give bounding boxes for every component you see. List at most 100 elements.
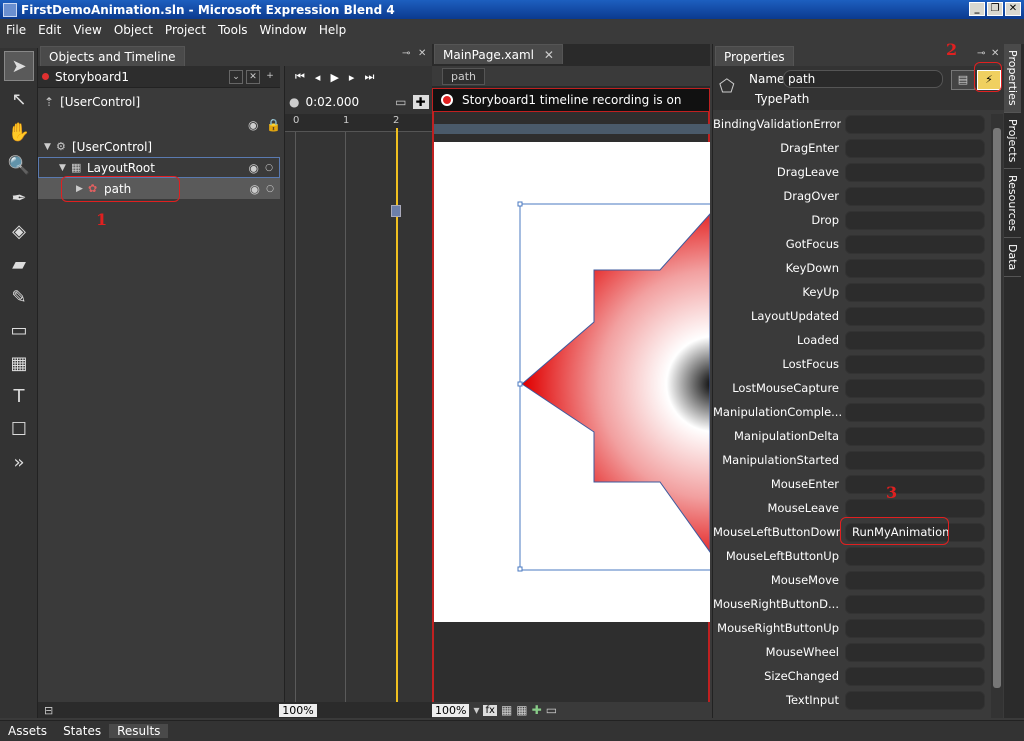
event-handler-field[interactable] bbox=[845, 114, 985, 134]
event-handler-field[interactable] bbox=[845, 498, 985, 518]
play-icon[interactable]: ▶ bbox=[330, 71, 338, 84]
grid-tool-icon[interactable]: ▦ bbox=[4, 348, 34, 378]
pin-icon[interactable]: ⊸ bbox=[977, 48, 985, 59]
minimize-button[interactable]: _ bbox=[969, 2, 985, 16]
panel-close-icon[interactable]: ✕ bbox=[418, 48, 426, 59]
tab-results[interactable]: Results bbox=[109, 724, 169, 738]
visibility-eye-icon[interactable]: ◉ bbox=[250, 182, 260, 196]
event-handler-field[interactable] bbox=[845, 306, 985, 326]
direct-selection-tool-icon[interactable]: ↖ bbox=[4, 84, 34, 114]
grid-toggle-icon[interactable]: ▦ bbox=[501, 703, 512, 717]
text-tool-icon[interactable]: T bbox=[4, 381, 34, 411]
timeline-ruler[interactable]: 0 1 2 bbox=[285, 114, 433, 132]
properties-tab[interactable]: Properties bbox=[715, 46, 794, 66]
maximize-button[interactable]: ❐ bbox=[987, 2, 1003, 16]
menu-view[interactable]: View bbox=[67, 23, 107, 37]
event-handler-field[interactable] bbox=[845, 282, 985, 302]
tab-states[interactable]: States bbox=[55, 724, 109, 738]
event-handler-field[interactable] bbox=[845, 210, 985, 230]
previous-frame-icon[interactable]: ◂ bbox=[315, 71, 321, 84]
zoom-tool-icon[interactable]: 🔍 bbox=[4, 150, 34, 180]
event-handler-field[interactable] bbox=[845, 618, 985, 638]
event-handler-field[interactable] bbox=[845, 546, 985, 566]
lock-dot-icon[interactable]: ○ bbox=[265, 163, 273, 173]
event-handler-field[interactable] bbox=[845, 138, 985, 158]
breadcrumb-item[interactable]: path bbox=[442, 67, 486, 85]
document-tab[interactable]: MainPage.xaml ✕ bbox=[434, 44, 563, 64]
snap-grid-icon[interactable]: ▦ bbox=[516, 703, 527, 717]
event-handler-field[interactable] bbox=[845, 258, 985, 278]
menu-project[interactable]: Project bbox=[159, 23, 212, 37]
close-tab-icon[interactable]: ✕ bbox=[544, 48, 554, 62]
scrollbar-thumb[interactable] bbox=[993, 128, 1001, 688]
next-frame-icon[interactable]: ▸ bbox=[349, 71, 355, 84]
event-handler-field[interactable] bbox=[845, 594, 985, 614]
tree-item-usercontrol[interactable]: ▼ ⚙ [UserControl] bbox=[38, 136, 280, 157]
scope-row[interactable]: ⇡ [UserControl] bbox=[38, 92, 280, 112]
timeline-zoom[interactable]: 100% bbox=[279, 703, 317, 717]
menu-edit[interactable]: Edit bbox=[32, 23, 67, 37]
panel-close-icon[interactable]: ✕ bbox=[991, 48, 999, 59]
visibility-eye-icon[interactable]: ◉ bbox=[248, 118, 258, 132]
menu-file[interactable]: File bbox=[0, 23, 32, 37]
close-button[interactable]: ✕ bbox=[1005, 2, 1021, 16]
event-handler-field[interactable] bbox=[845, 642, 985, 662]
current-time[interactable]: 0:02.000 bbox=[305, 95, 359, 109]
tab-assets[interactable]: Assets bbox=[0, 724, 55, 738]
last-frame-icon[interactable]: ⏭ bbox=[364, 70, 374, 84]
pin-icon[interactable]: ⊸ bbox=[402, 48, 410, 59]
paint-bucket-tool-icon[interactable]: ◈ bbox=[4, 216, 34, 246]
event-handler-field[interactable] bbox=[845, 378, 985, 398]
record-keyframe-icon[interactable]: ● bbox=[289, 95, 299, 109]
event-handler-field[interactable] bbox=[845, 330, 985, 350]
menu-window[interactable]: Window bbox=[254, 23, 313, 37]
snapping-icon[interactable]: ▭ bbox=[395, 95, 406, 109]
event-handler-field[interactable] bbox=[845, 162, 985, 182]
expand-arrow-icon[interactable]: ▼ bbox=[59, 163, 71, 173]
add-keyframe-icon[interactable]: ✚ bbox=[412, 95, 429, 109]
control-tool-icon[interactable]: ☐ bbox=[4, 414, 34, 444]
selection-handle[interactable] bbox=[517, 201, 523, 207]
selection-handle[interactable] bbox=[517, 566, 523, 572]
events-scrollbar[interactable] bbox=[991, 114, 1003, 718]
name-field[interactable] bbox=[783, 70, 943, 88]
event-handler-field[interactable] bbox=[845, 402, 985, 422]
event-handler-field[interactable] bbox=[845, 570, 985, 590]
menu-object[interactable]: Object bbox=[108, 23, 159, 37]
expand-arrow-icon[interactable]: ▼ bbox=[44, 142, 56, 152]
eyedropper-tool-icon[interactable]: ✒ bbox=[4, 183, 34, 213]
event-handler-field[interactable] bbox=[845, 426, 985, 446]
pan-tool-icon[interactable]: ✋ bbox=[4, 117, 34, 147]
snap-lines-icon[interactable]: ✚ bbox=[532, 703, 542, 717]
star-path-shape[interactable] bbox=[434, 142, 721, 622]
event-handler-field[interactable] bbox=[845, 666, 985, 686]
new-storyboard-icon[interactable]: + bbox=[263, 70, 277, 84]
side-tab-properties[interactable]: Properties bbox=[1004, 44, 1021, 113]
storyboard-row[interactable]: Storyboard1 ⌄ ✕ + bbox=[38, 66, 280, 88]
event-handler-field[interactable] bbox=[845, 234, 985, 254]
selection-tool-icon[interactable]: ➤ bbox=[4, 51, 34, 81]
zoom-dropdown-icon[interactable]: ▾ bbox=[473, 703, 479, 717]
brush-transform-tool-icon[interactable]: ▰ bbox=[4, 249, 34, 279]
keyframe-marker[interactable] bbox=[391, 205, 401, 217]
annotation-icon[interactable]: ▭ bbox=[546, 703, 557, 717]
recording-stop-icon[interactable] bbox=[441, 94, 453, 106]
document-zoom[interactable]: 100% bbox=[432, 703, 470, 717]
lock-icon[interactable]: 🔒 bbox=[266, 118, 281, 132]
asset-expand-icon[interactable]: » bbox=[4, 447, 34, 477]
lock-dot-icon[interactable]: ○ bbox=[266, 184, 274, 194]
close-storyboard-icon[interactable]: ✕ bbox=[246, 69, 260, 84]
first-frame-icon[interactable]: ⏮ bbox=[295, 70, 305, 84]
pen-tool-icon[interactable]: ✎ bbox=[4, 282, 34, 312]
side-tab-projects[interactable]: Projects bbox=[1004, 113, 1021, 169]
rectangle-tool-icon[interactable]: ▭ bbox=[4, 315, 34, 345]
side-tab-resources[interactable]: Resources bbox=[1004, 169, 1021, 239]
event-handler-field[interactable] bbox=[845, 450, 985, 470]
timeline-toggle-icon[interactable]: ⊟ bbox=[44, 704, 53, 717]
effects-icon[interactable]: fx bbox=[483, 704, 497, 716]
tree-item-layoutroot[interactable]: ▼ ▦ LayoutRoot ◉ ○ bbox=[38, 157, 280, 178]
artboard[interactable] bbox=[434, 142, 721, 622]
storyboard-dropdown-icon[interactable]: ⌄ bbox=[229, 69, 243, 84]
menu-help[interactable]: Help bbox=[313, 23, 352, 37]
event-handler-field[interactable] bbox=[845, 354, 985, 374]
